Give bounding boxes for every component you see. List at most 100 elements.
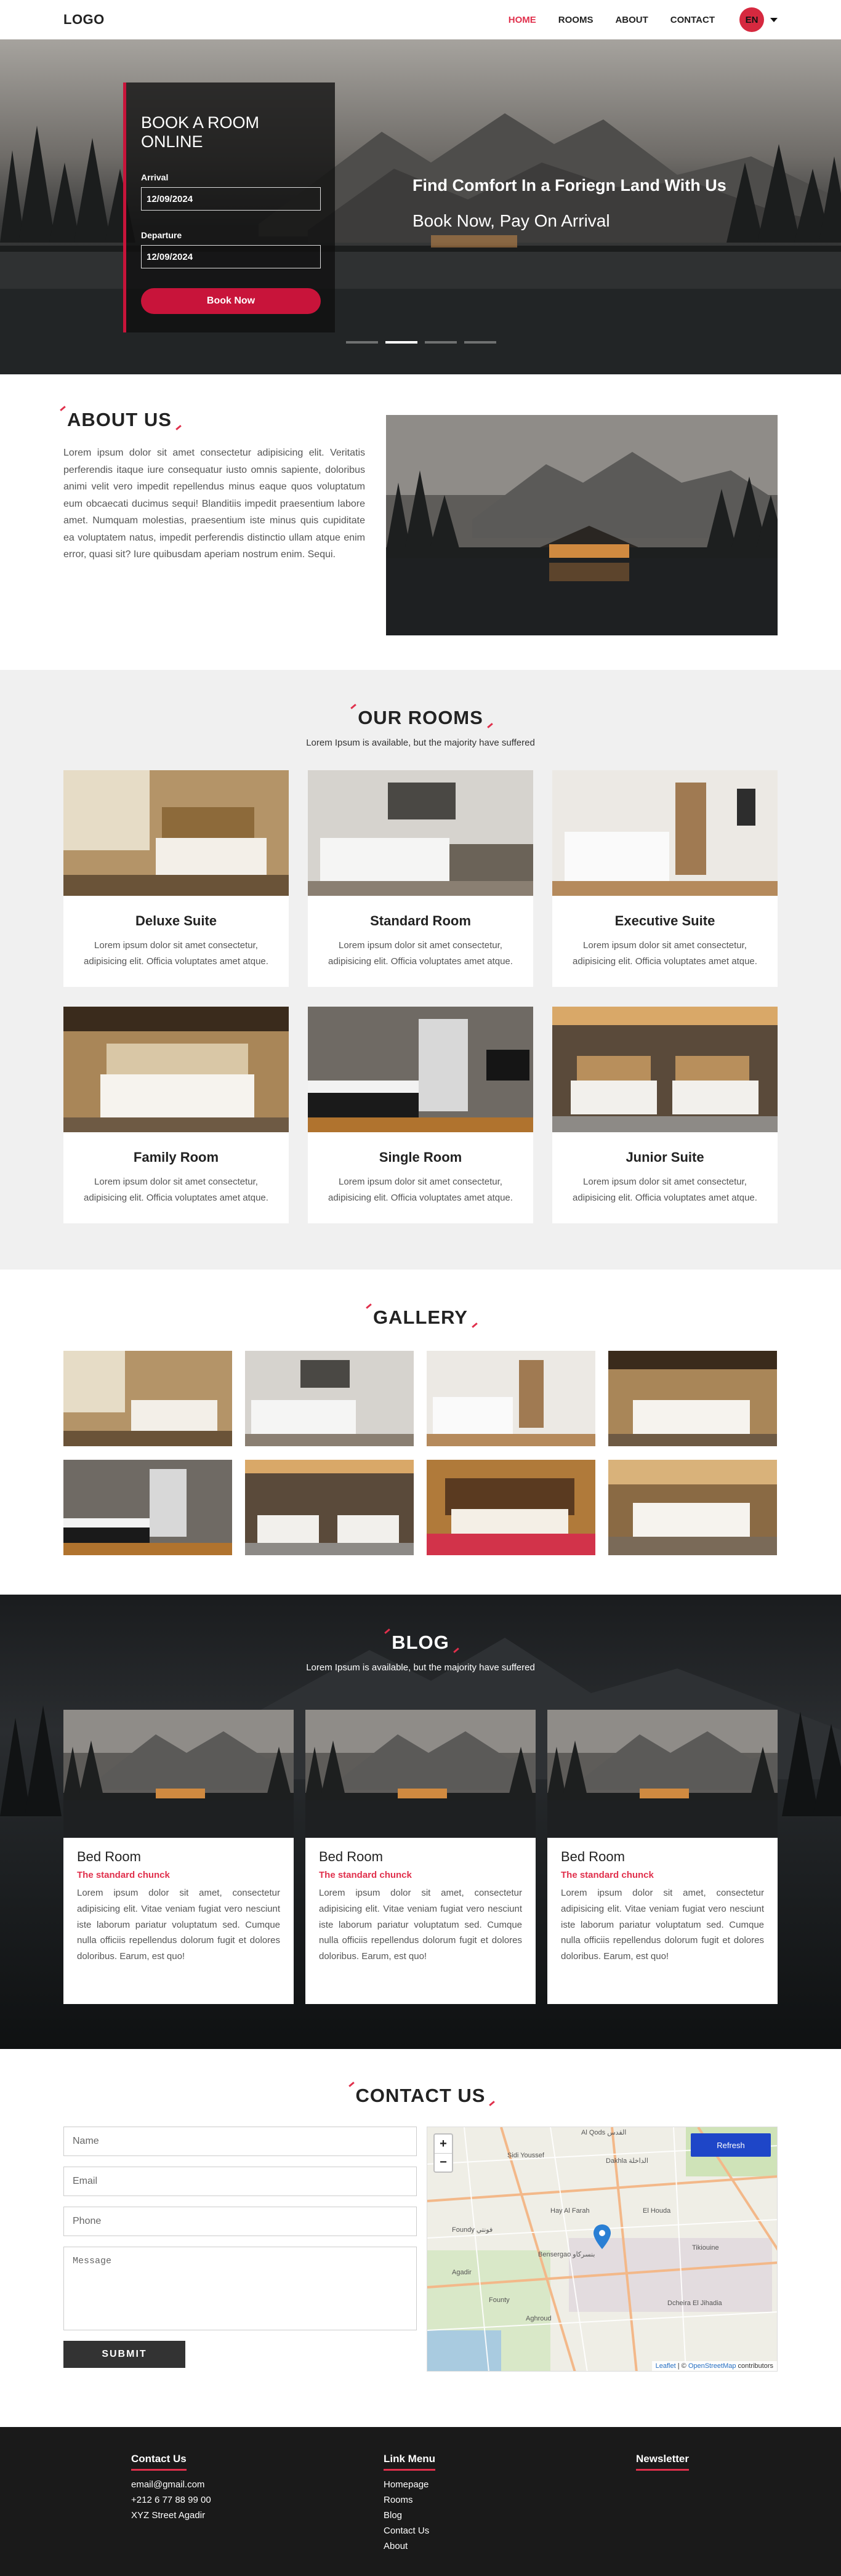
gallery-image[interactable]	[63, 1460, 232, 1555]
map-zoom-controls: + −	[433, 2133, 453, 2173]
footer-link-contact[interactable]: Contact Us	[384, 2523, 556, 2538]
email-input[interactable]: Email	[63, 2167, 417, 2196]
blog-title: BLOG	[388, 1632, 453, 1654]
map-tiles[interactable]	[427, 2127, 778, 2372]
blog-post-text: Lorem ipsum dolor sit amet, consectetur …	[77, 1888, 280, 1962]
location-map[interactable]: Al Qods ‎القدس Sidi Youssef Dakhla ‎الدا…	[427, 2127, 778, 2372]
slide-indicator[interactable]	[346, 341, 378, 344]
map-refresh-button[interactable]: Refresh	[691, 2133, 771, 2157]
map-label: Foundy ‎فونتي	[452, 2226, 493, 2234]
gallery-image[interactable]	[427, 1351, 595, 1446]
footer-links-title: Link Menu	[384, 2453, 436, 2471]
blog-post-card[interactable]: Bed Room The standard chunck Lorem ipsum…	[63, 1710, 294, 2004]
map-label: Al Qods ‎القدس	[581, 2129, 627, 2136]
gallery-image[interactable]	[608, 1351, 777, 1446]
blog-post-title[interactable]: Bed Room	[77, 1849, 280, 1865]
footer-link-blog[interactable]: Blog	[384, 2508, 556, 2523]
nav-home[interactable]: HOME	[509, 15, 536, 25]
gallery-image[interactable]	[245, 1351, 414, 1446]
book-now-button[interactable]: Book Now	[141, 288, 321, 314]
blog-subtitle: Lorem Ipsum is available, but the majori…	[306, 1662, 535, 1673]
room-description: Lorem ipsum dolor sit amet consectetur, …	[84, 940, 268, 967]
room-name: Single Room	[379, 1149, 462, 1165]
nav-contact[interactable]: CONTACT	[670, 15, 715, 25]
footer-email[interactable]: email@gmail.com	[131, 2477, 304, 2492]
map-label: Dakhla ‎الداخلة	[606, 2157, 648, 2165]
blog-post-text: Lorem ipsum dolor sit amet, consectetur …	[319, 1888, 522, 1962]
leaflet-link[interactable]: Leaflet	[656, 2362, 676, 2370]
room-card-deluxe[interactable]: Deluxe Suite Lorem ipsum dolor sit amet …	[63, 770, 289, 987]
footer-address: XYZ Street Agadir	[131, 2510, 206, 2521]
footer-link-about[interactable]: About	[384, 2538, 556, 2554]
submit-button[interactable]: SUBMIT	[63, 2341, 185, 2368]
rooms-title: OUR ROOMS	[354, 707, 487, 729]
hero-section: BOOK A ROOM ONLINE Arrival 12/09/2024 De…	[0, 39, 841, 374]
room-card-standard[interactable]: Standard Room Lorem ipsum dolor sit amet…	[308, 770, 533, 987]
booking-form: BOOK A ROOM ONLINE Arrival 12/09/2024 De…	[123, 83, 335, 332]
slider-indicators	[346, 341, 496, 344]
room-card-single[interactable]: Single Room Lorem ipsum dolor sit amet c…	[308, 1007, 533, 1223]
blog-post-subtitle: The standard chunck	[319, 1870, 412, 1880]
gallery-section: GALLERY	[0, 1270, 841, 1595]
zoom-out-button[interactable]: −	[435, 2153, 452, 2171]
attribution-tail: contributors	[736, 2362, 773, 2370]
name-input[interactable]: Name	[63, 2127, 417, 2156]
footer-phone[interactable]: +212 6 77 88 99 00	[131, 2492, 304, 2508]
map-label: Agadir	[452, 2269, 472, 2276]
footer-link-homepage[interactable]: Homepage	[384, 2477, 556, 2492]
room-card-junior[interactable]: Junior Suite Lorem ipsum dolor sit amet …	[552, 1007, 778, 1223]
nav-about[interactable]: ABOUT	[615, 15, 648, 25]
room-card-executive[interactable]: Executive Suite Lorem ipsum dolor sit am…	[552, 770, 778, 987]
language-selector[interactable]: EN	[739, 7, 778, 32]
room-card-family[interactable]: Family Room Lorem ipsum dolor sit amet c…	[63, 1007, 289, 1223]
room-image	[63, 770, 289, 896]
map-attribution: Leaflet | © OpenStreetMap contributors	[651, 2361, 777, 2371]
chevron-down-icon[interactable]	[770, 17, 778, 22]
arrival-date-input[interactable]: 12/09/2024	[141, 187, 321, 211]
blog-post-title[interactable]: Bed Room	[319, 1849, 522, 1865]
room-description: Lorem ipsum dolor sit amet consectetur, …	[573, 1177, 757, 1203]
zoom-in-button[interactable]: +	[435, 2135, 452, 2153]
blog-post-title[interactable]: Bed Room	[561, 1849, 764, 1865]
language-badge[interactable]: EN	[739, 7, 764, 32]
slide-indicator[interactable]	[464, 341, 496, 344]
about-image	[386, 415, 778, 635]
rooms-section: OUR ROOMS Lorem Ipsum is available, but …	[0, 670, 841, 1270]
footer-links: Link Menu Homepage Rooms Blog Contact Us…	[384, 2453, 556, 2554]
map-label: Sidi Youssef	[507, 2152, 544, 2159]
gallery-image[interactable]	[63, 1351, 232, 1446]
room-name: Family Room	[133, 1149, 219, 1165]
about-title: ABOUT US	[63, 409, 175, 431]
footer-newsletter-title: Newsletter	[636, 2453, 689, 2471]
osm-link[interactable]: OpenStreetMap	[688, 2362, 736, 2370]
gallery-image[interactable]	[608, 1460, 777, 1555]
map-label: El Houda	[643, 2207, 671, 2215]
blog-post-card[interactable]: Bed Room The standard chunck Lorem ipsum…	[305, 1710, 536, 2004]
room-name: Deluxe Suite	[135, 913, 217, 928]
gallery-title: GALLERY	[369, 1306, 472, 1329]
booking-title: BOOK A ROOM ONLINE	[141, 113, 260, 151]
slide-indicator-active[interactable]	[385, 341, 417, 344]
map-label: Bensergao ‎بنسركاو	[538, 2251, 595, 2258]
room-image	[63, 1007, 289, 1132]
hero-headline: Find Comfort In a Foriegn Land With Us	[412, 176, 726, 195]
phone-input[interactable]: Phone	[63, 2207, 417, 2236]
contact-form: Name Email Phone Message SUBMIT	[63, 2127, 417, 2372]
departure-date-input[interactable]: 12/09/2024	[141, 245, 321, 268]
gallery-image[interactable]	[427, 1460, 595, 1555]
room-name: Executive Suite	[614, 913, 715, 928]
contact-section: CONTACT US Name Email Phone Message SUBM…	[0, 2049, 841, 2427]
footer-link-rooms[interactable]: Rooms	[384, 2492, 556, 2508]
blog-post-card[interactable]: Bed Room The standard chunck Lorem ipsum…	[547, 1710, 778, 2004]
map-label: Aghroud	[526, 2315, 552, 2322]
room-image	[552, 1007, 778, 1132]
slide-indicator[interactable]	[425, 341, 457, 344]
nav-rooms[interactable]: ROOMS	[558, 15, 594, 25]
footer-contact: Contact Us email@gmail.com +212 6 77 88 …	[131, 2453, 304, 2554]
arrival-label: Arrival	[141, 172, 169, 182]
gallery-image[interactable]	[245, 1460, 414, 1555]
message-textarea[interactable]: Message	[63, 2247, 417, 2330]
logo[interactable]: LOGO	[63, 12, 105, 28]
map-label: Founty	[489, 2296, 510, 2304]
room-name: Junior Suite	[626, 1149, 704, 1165]
